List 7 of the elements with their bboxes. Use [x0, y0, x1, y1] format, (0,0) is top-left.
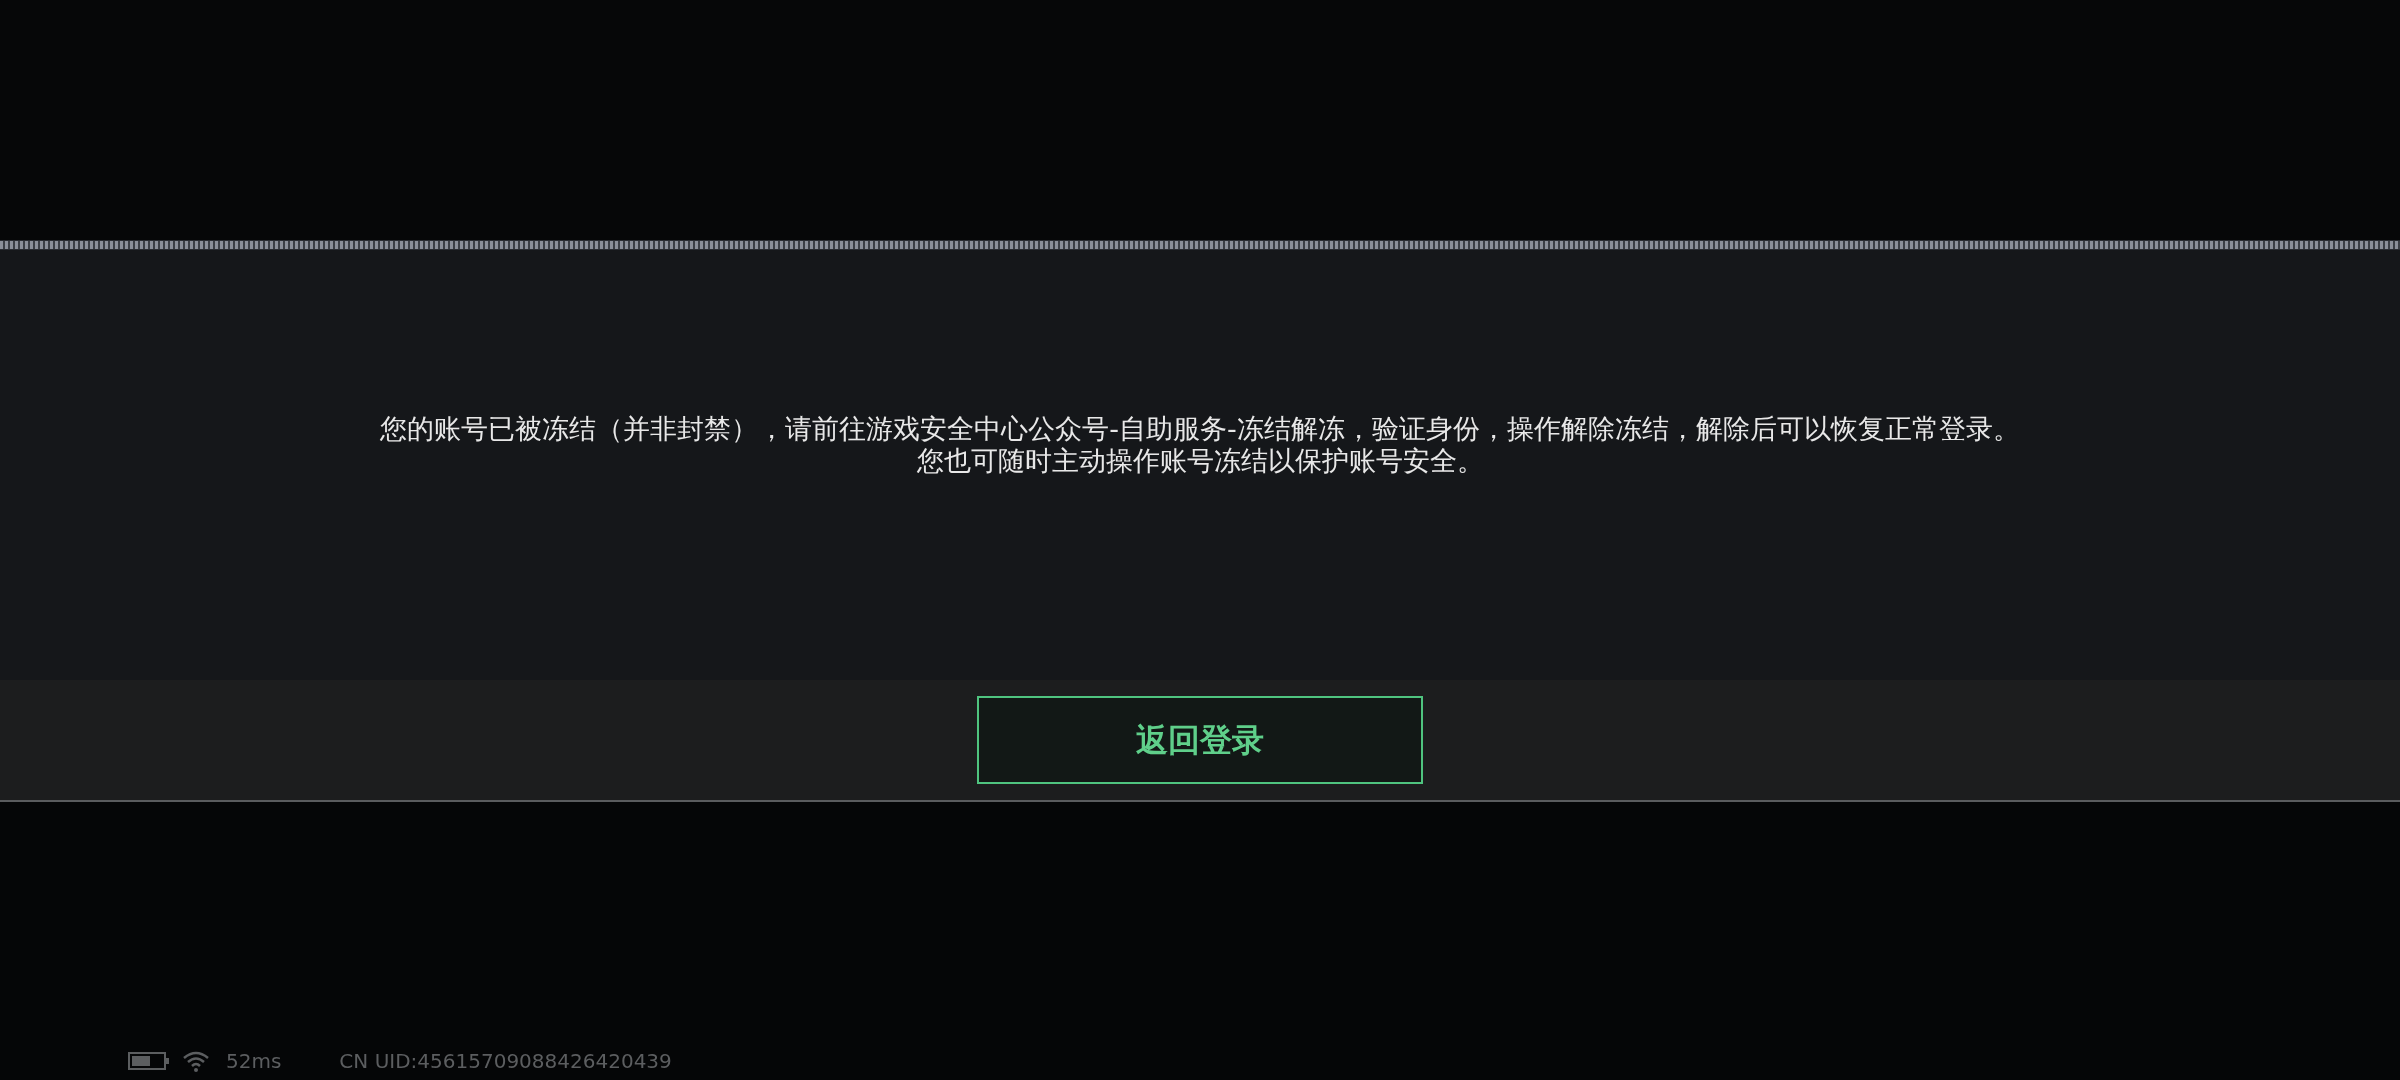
battery-icon [128, 1051, 170, 1071]
message-text: 您也可随时主动操作账号冻结以保护账号安全。 [916, 446, 1484, 476]
ping-text: 52ms [226, 1048, 282, 1075]
message-text: 您的账号已被冻结（并非封禁），请前往游戏安全中心公众号-自助服务-冻结解冻，验证身份，操作解除冻结，解除后可以恢复正常登录。 [380, 414, 2020, 444]
back-to-login-button[interactable]: 返回登录 [977, 696, 1423, 784]
wifi-icon [182, 1050, 210, 1072]
uid-text: CN UID:45615709088426420439 [339, 1048, 672, 1075]
